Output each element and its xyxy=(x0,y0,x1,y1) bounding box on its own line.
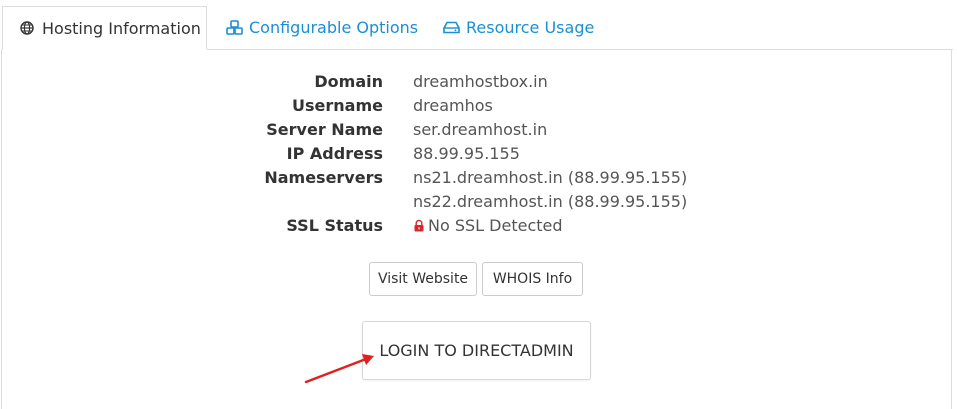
ssl-status-value: No SSL Detected xyxy=(428,216,563,235)
hdd-icon xyxy=(442,19,460,37)
lock-icon xyxy=(413,215,425,239)
nameserver-2-value: ns22.dreamhost.in (88.99.95.155) xyxy=(413,192,688,211)
tab-label: Configurable Options xyxy=(249,18,419,37)
tab-resource-usage[interactable]: Resource Usage xyxy=(442,6,594,49)
globe-icon xyxy=(18,19,36,37)
ssl-status-row: SSL Status No SSL Detected xyxy=(0,214,957,238)
ip-address-row: IP Address 88.99.95.155 xyxy=(0,142,957,166)
ssl-status-label: SSL Status xyxy=(286,216,383,235)
tab-label: Hosting Information xyxy=(42,18,201,38)
tab-configurable-options[interactable]: Configurable Options xyxy=(225,6,418,49)
username-label: Username xyxy=(292,96,383,115)
nameservers-row-2: ns22.dreamhost.in (88.99.95.155) xyxy=(0,190,957,214)
tab-hosting-information[interactable]: Hosting Information xyxy=(2,6,207,50)
visit-website-button[interactable]: Visit Website xyxy=(369,262,477,296)
server-name-row: Server Name ser.dreamhost.in xyxy=(0,118,957,142)
ip-address-value: 88.99.95.155 xyxy=(413,144,520,163)
domain-label: Domain xyxy=(314,72,383,91)
username-row: Username dreamhos xyxy=(0,94,957,118)
domain-row: Domain dreamhostbox.in xyxy=(0,70,957,94)
tab-bar: Hosting Information Configurable Options… xyxy=(0,0,957,50)
cubes-icon xyxy=(225,19,243,37)
ssl-status-value-wrap: No SSL Detected xyxy=(413,214,563,239)
username-value: dreamhos xyxy=(413,96,493,115)
ip-address-label: IP Address xyxy=(286,144,383,163)
nameservers-row: Nameservers ns21.dreamhost.in (88.99.95.… xyxy=(0,166,957,190)
whois-info-button[interactable]: WHOIS Info xyxy=(482,262,583,296)
nameserver-1-value: ns21.dreamhost.in (88.99.95.155) xyxy=(413,168,688,187)
login-to-directadmin-button[interactable]: LOGIN TO DIRECTADMIN xyxy=(362,321,591,380)
server-name-value: ser.dreamhost.in xyxy=(413,120,548,139)
domain-value: dreamhostbox.in xyxy=(413,72,548,91)
server-name-label: Server Name xyxy=(266,120,383,139)
tab-label: Resource Usage xyxy=(466,18,595,37)
nameservers-label: Nameservers xyxy=(264,168,383,187)
annotation-arrow-icon xyxy=(304,354,374,384)
